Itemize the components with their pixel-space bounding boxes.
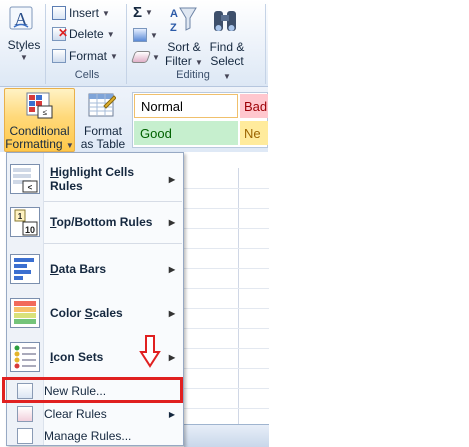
submenu-arrow-icon: ▶ xyxy=(168,264,175,274)
delete-button[interactable]: ✕ Delete ▼ xyxy=(52,25,115,43)
insert-label: Insert xyxy=(69,6,100,20)
format-cells-icon xyxy=(52,49,66,63)
group-separator xyxy=(265,4,266,84)
grid-row-line xyxy=(184,388,269,389)
autosum-button[interactable]: Σ ▼ xyxy=(133,3,153,21)
style-normal[interactable]: Normal xyxy=(134,94,238,118)
styles-icon: A xyxy=(8,6,36,32)
group-separator xyxy=(126,4,127,84)
menu-item-label: Highlight Cells Rules xyxy=(50,165,135,193)
insert-cells-icon xyxy=(52,6,66,20)
grid-row-line xyxy=(184,248,269,249)
submenu-arrow-icon: ▶ xyxy=(168,174,175,184)
svg-text:≤: ≤ xyxy=(43,108,48,117)
cells-group-label: Cells xyxy=(74,69,100,81)
fill-button[interactable]: ▼ xyxy=(133,26,158,44)
grid-row-line xyxy=(184,268,269,269)
grid-row-line xyxy=(184,328,269,329)
grid-row-line xyxy=(184,288,269,289)
highlight-cells-icon: < xyxy=(10,164,40,194)
new-rule-highlight xyxy=(2,377,183,403)
styles-caret-icon: ▼ xyxy=(20,53,28,62)
format-as-table-icon xyxy=(88,92,117,120)
styles-button[interactable]: Styles xyxy=(6,38,42,52)
sort-filter-button[interactable]: Sort & Filter ▼ xyxy=(164,40,204,70)
sort-filter-label-2: Filter ▼ xyxy=(165,54,203,68)
menu-item-label: Clear Rules xyxy=(44,407,107,421)
manage-rules-icon xyxy=(17,428,33,444)
menu-item-highlight-cells-rules[interactable]: < Highlight Cells Rules ▶ xyxy=(7,162,183,196)
editing-group-label: Editing xyxy=(176,69,210,81)
style-good[interactable]: Good xyxy=(134,121,238,145)
svg-text:<: < xyxy=(28,183,33,192)
menu-separator xyxy=(44,243,182,244)
grid-row-line xyxy=(184,208,269,209)
chevron-down-icon: ▼ xyxy=(110,51,118,61)
style-neutral[interactable]: Ne xyxy=(240,121,268,145)
chevron-down-icon: ▼ xyxy=(152,52,160,62)
top-bottom-icon: 1 10 xyxy=(10,207,40,237)
menu-item-data-bars[interactable]: Data Bars ▶ xyxy=(7,252,183,286)
svg-text:Z: Z xyxy=(170,22,177,34)
submenu-arrow-icon: ▶ xyxy=(168,308,175,318)
grid-column-line xyxy=(238,168,239,446)
grid-row-line xyxy=(184,308,269,309)
conditional-formatting-label: Conditional Formatting ▼ xyxy=(5,124,74,151)
grid-row-line xyxy=(184,368,269,369)
menu-separator xyxy=(44,201,182,202)
data-bars-icon xyxy=(10,254,40,284)
grid-row-line xyxy=(184,408,269,409)
menu-item-label: Manage Rules... xyxy=(44,429,132,443)
conditional-formatting-icon: ≤ xyxy=(26,92,54,120)
menu-item-label: Top/Bottom Rules xyxy=(50,215,153,229)
clear-rules-icon xyxy=(17,406,33,422)
sort-filter-icon: A Z xyxy=(168,4,200,40)
chevron-down-icon: ▼ xyxy=(106,29,115,39)
binoculars-icon xyxy=(210,5,240,37)
eraser-icon xyxy=(130,51,152,63)
delete-label: Delete xyxy=(69,27,104,41)
icon-sets-icon xyxy=(10,342,40,372)
color-scales-icon xyxy=(10,298,40,328)
sum-icon: Σ xyxy=(133,3,143,21)
sort-filter-label-1: Sort & xyxy=(167,40,201,54)
menu-item-label: Data Bars xyxy=(50,262,107,276)
grid-row-line xyxy=(184,188,269,189)
menu-item-top-bottom-rules[interactable]: 1 10 Top/Bottom Rules ▶ xyxy=(7,205,183,239)
format-label: Format xyxy=(69,49,108,63)
horizontal-scrollbar[interactable] xyxy=(184,424,269,447)
chevron-down-icon: ▼ xyxy=(145,7,153,17)
group-separator xyxy=(45,4,46,84)
clear-button[interactable]: ▼ xyxy=(130,48,160,66)
menu-item-label: Color Scales xyxy=(50,306,123,320)
menu-item-clear-rules[interactable]: Clear Rules ▶ xyxy=(7,404,183,424)
chevron-down-icon: ▼ xyxy=(150,30,158,40)
grid-row-line xyxy=(184,228,269,229)
blank-area xyxy=(269,0,469,446)
submenu-arrow-icon: ▶ xyxy=(168,409,175,419)
svg-text:10: 10 xyxy=(25,225,35,235)
worksheet-grid[interactable] xyxy=(183,152,270,446)
menu-item-color-scales[interactable]: Color Scales ▶ xyxy=(7,296,183,330)
grid-row-line xyxy=(184,348,269,349)
chevron-down-icon: ▼ xyxy=(102,8,110,18)
menu-item-manage-rules[interactable]: Manage Rules... xyxy=(7,426,183,446)
style-bad[interactable]: Bad xyxy=(240,94,268,118)
insert-button[interactable]: Insert ▼ xyxy=(52,4,110,22)
fill-down-icon xyxy=(133,28,147,42)
svg-text:1: 1 xyxy=(18,212,23,221)
delete-cells-icon: ✕ xyxy=(52,26,68,41)
submenu-arrow-icon: ▶ xyxy=(168,217,175,227)
annotation-arrow-icon xyxy=(139,334,161,368)
find-select-label-1: Find & xyxy=(209,40,245,54)
submenu-arrow-icon: ▶ xyxy=(168,352,175,362)
svg-text:A: A xyxy=(170,8,178,20)
format-button[interactable]: Format ▼ xyxy=(52,47,118,65)
